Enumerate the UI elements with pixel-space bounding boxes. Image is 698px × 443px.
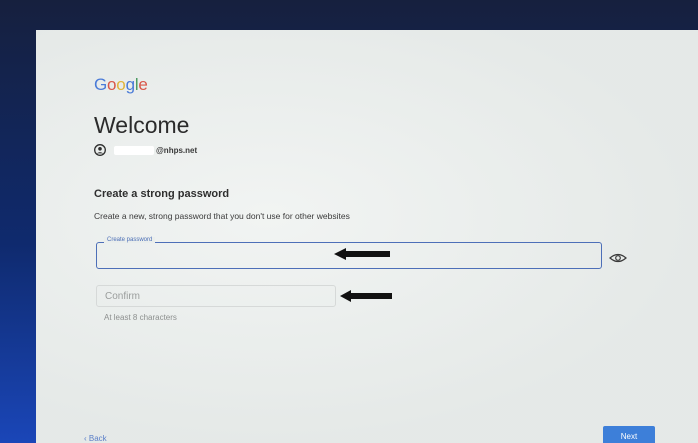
account-email: @nhps.net — [156, 145, 198, 155]
page-title: Welcome — [94, 112, 190, 138]
password-hint: At least 8 characters — [104, 313, 177, 322]
google-logo: Google — [94, 75, 148, 94]
back-button[interactable]: ‹ Back — [84, 434, 107, 443]
annotation-arrow-icon — [334, 248, 390, 260]
setup-screen: Google Welcome @nhps.net Create a strong… — [36, 30, 698, 443]
account-circle-icon — [94, 144, 106, 156]
confirm-password-input[interactable]: Confirm — [96, 285, 336, 307]
next-button[interactable]: Next — [603, 426, 655, 443]
account-chip[interactable]: @nhps.net — [94, 144, 197, 156]
password-field-label: Create password — [104, 237, 156, 243]
confirm-placeholder: Confirm — [105, 291, 141, 302]
show-password-eye-icon[interactable] — [609, 252, 627, 264]
section-description: Create a new, strong password that you d… — [94, 211, 350, 221]
annotation-arrow-icon — [340, 290, 392, 302]
section-title: Create a strong password — [94, 188, 230, 200]
redacted-username — [114, 145, 154, 155]
